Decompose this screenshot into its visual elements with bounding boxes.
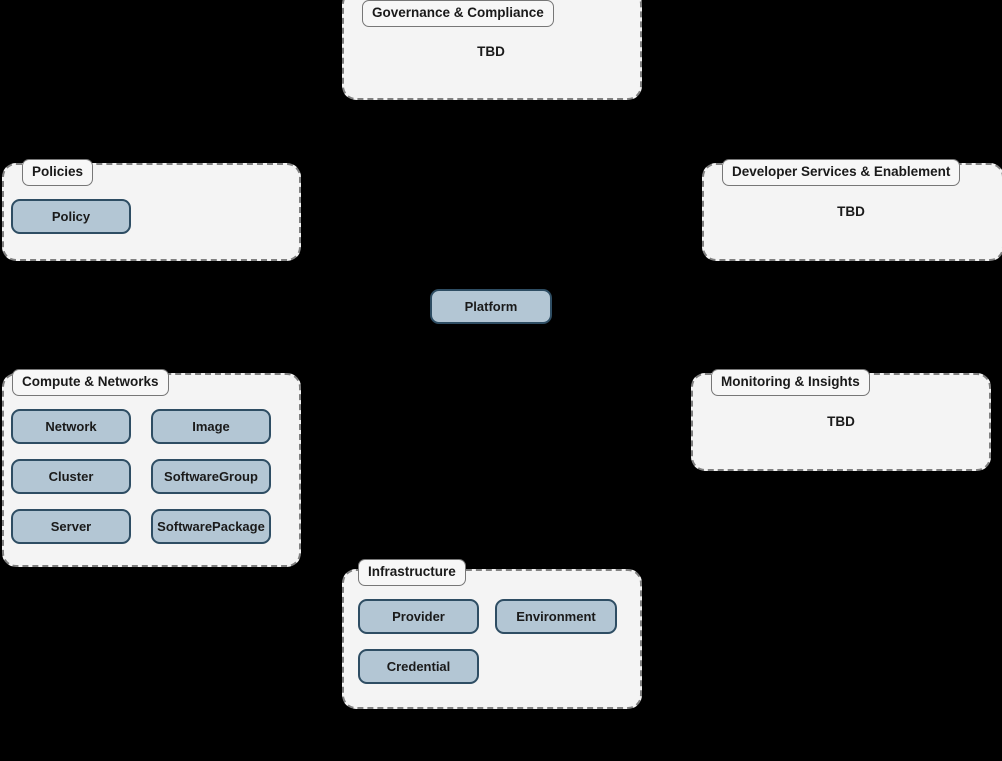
node-server-label: Server xyxy=(50,519,92,534)
node-softwarepackage[interactable]: SoftwarePackage xyxy=(151,509,271,544)
node-policy-label: Policy xyxy=(51,209,91,224)
node-environment[interactable]: Environment xyxy=(495,599,617,634)
developer-services-body-text: TBD xyxy=(837,204,865,219)
group-label-developer-services-enablement: Developer Services & Enablement xyxy=(722,159,961,186)
governance-body-text: TBD xyxy=(477,44,505,59)
node-cluster[interactable]: Cluster xyxy=(11,459,131,494)
node-policy[interactable]: Policy xyxy=(11,199,131,234)
monitoring-body-text: TBD xyxy=(827,414,855,429)
group-label-infrastructure: Infrastructure xyxy=(358,559,466,586)
group-label-policies: Policies xyxy=(22,159,94,186)
group-label-governance-compliance: Governance & Compliance xyxy=(362,0,554,27)
node-server[interactable]: Server xyxy=(11,509,131,544)
node-provider[interactable]: Provider xyxy=(358,599,479,634)
node-image[interactable]: Image xyxy=(151,409,271,444)
node-image-label: Image xyxy=(192,419,230,434)
node-softwarepackage-label: SoftwarePackage xyxy=(157,519,265,534)
node-network-label: Network xyxy=(45,419,97,434)
diagram-canvas: Governance & Compliance TBD Policies Pol… xyxy=(0,0,1002,761)
node-credential[interactable]: Credential xyxy=(358,649,479,684)
node-credential-label: Credential xyxy=(386,659,451,674)
node-provider-label: Provider xyxy=(392,609,445,624)
node-softwaregroup-label: SoftwareGroup xyxy=(164,469,258,484)
node-softwaregroup[interactable]: SoftwareGroup xyxy=(151,459,271,494)
node-platform[interactable]: Platform xyxy=(430,289,552,324)
group-label-compute-networks: Compute & Networks xyxy=(12,369,169,396)
group-infrastructure[interactable] xyxy=(342,569,642,709)
group-label-monitoring-insights: Monitoring & Insights xyxy=(711,369,870,396)
node-platform-label: Platform xyxy=(464,299,518,314)
node-network[interactable]: Network xyxy=(11,409,131,444)
node-cluster-label: Cluster xyxy=(48,469,94,484)
node-environment-label: Environment xyxy=(516,609,596,624)
